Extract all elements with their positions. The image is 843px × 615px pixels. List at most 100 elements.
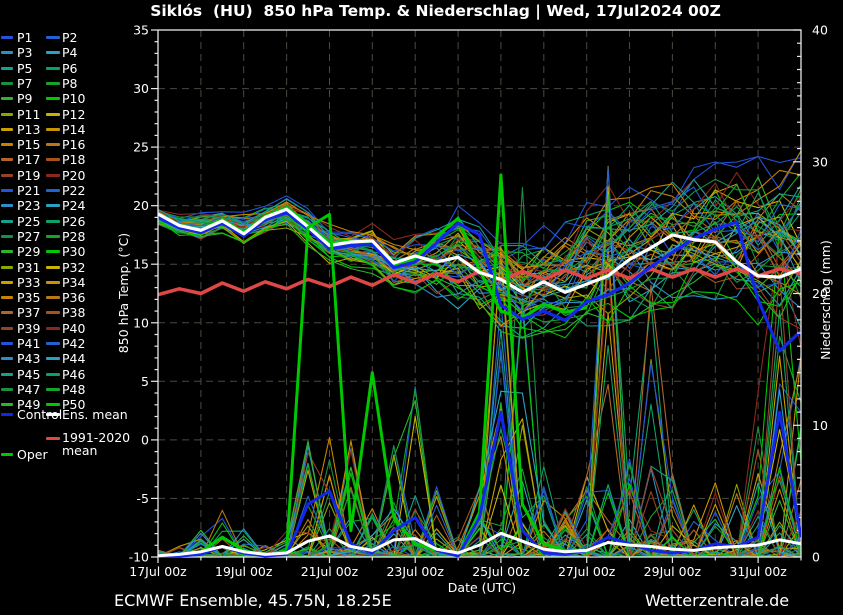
legend-line-swatch <box>1 220 13 223</box>
x-tick-label: 17Jul 00z <box>129 564 187 579</box>
legend-item-label: P48 <box>62 383 85 397</box>
legend-item-label: P14 <box>62 123 85 137</box>
legend-item-label: P4 <box>62 46 78 60</box>
legend-item-label: P9 <box>17 92 33 106</box>
legend-line-swatch <box>46 36 60 39</box>
y-axis-title-right: Niederschlag (mm) <box>818 240 833 360</box>
legend-item-label: P15 <box>17 138 40 152</box>
legend-line-swatch <box>46 158 60 161</box>
legend-line-swatch <box>46 327 60 330</box>
legend-item-label: P44 <box>62 352 85 366</box>
legend-item-label: P25 <box>17 215 40 229</box>
legend-line-swatch <box>1 342 13 345</box>
legend-item-label: P41 <box>17 337 40 351</box>
legend-line-swatch <box>46 128 60 131</box>
legend-line-swatch <box>1 204 13 207</box>
legend-item-label: P20 <box>62 169 85 183</box>
legend-line-swatch <box>46 51 60 54</box>
legend-item-label: P31 <box>17 261 40 275</box>
x-tick-label: 25Jul 00z <box>472 564 530 579</box>
legend-line-swatch <box>1 266 13 269</box>
legend-line-swatch <box>1 189 13 192</box>
legend-line-swatch <box>1 97 13 100</box>
legend-line-swatch <box>1 36 13 39</box>
legend-item-label: P24 <box>62 199 85 213</box>
legend-line-swatch <box>46 413 60 416</box>
legend-line-swatch <box>1 113 13 116</box>
y-right-tick-label: 10 <box>812 418 828 433</box>
legend-line-swatch <box>46 220 60 223</box>
legend-line-swatch <box>1 327 13 330</box>
legend-line-swatch <box>46 250 60 253</box>
legend-line-swatch <box>46 189 60 192</box>
legend-line-swatch <box>46 266 60 269</box>
legend-line-swatch <box>1 311 13 314</box>
meteogram-page: Siklós (HU) 850 hPa Temp. & Niederschlag… <box>0 0 843 615</box>
legend-line-swatch <box>46 235 60 238</box>
x-tick-label: 19Jul 00z <box>215 564 273 579</box>
legend-item-label: P43 <box>17 352 40 366</box>
legend-item-label: P42 <box>62 337 85 351</box>
ensemble-legend: P1P2P3P4P5P6P7P8P9P10P11P12P13P14P15P16P… <box>0 0 158 560</box>
legend-item-label: P39 <box>17 322 40 336</box>
legend-item-label: Oper <box>17 448 48 462</box>
legend-line-swatch <box>1 51 13 54</box>
legend-line-swatch <box>1 296 13 299</box>
legend-item-label: P22 <box>62 184 85 198</box>
legend-line-swatch <box>1 388 13 391</box>
legend-item-label: P23 <box>17 199 40 213</box>
legend-item-label: P45 <box>17 368 40 382</box>
legend-line-swatch <box>1 158 13 161</box>
x-tick-label: 29Jul 00z <box>644 564 702 579</box>
legend-line-swatch <box>46 97 60 100</box>
legend-line-swatch <box>46 311 60 314</box>
legend-line-swatch <box>46 357 60 360</box>
legend-line-swatch <box>46 373 60 376</box>
legend-item-label: P46 <box>62 368 85 382</box>
legend-item-label: P13 <box>17 123 40 137</box>
legend-item-label: P26 <box>62 215 85 229</box>
legend-item-label: P1 <box>17 31 33 45</box>
legend-item-label: P3 <box>17 46 33 60</box>
x-tick-label: 23Jul 00z <box>386 564 444 579</box>
legend-line-swatch <box>1 128 13 131</box>
legend-item-label: Ens. mean <box>62 408 128 422</box>
legend-item-label: P2 <box>62 31 78 45</box>
x-tick-label: 27Jul 00z <box>558 564 616 579</box>
page-title: Siklós (HU) 850 hPa Temp. & Niederschlag… <box>68 2 803 20</box>
legend-item-label: P5 <box>17 62 33 76</box>
legend-line-swatch <box>1 143 13 146</box>
legend-item-label: P35 <box>17 291 40 305</box>
footer-model-info: ECMWF Ensemble, 45.75N, 18.25E <box>114 591 392 610</box>
legend-line-swatch <box>46 67 60 70</box>
legend-item-label: P10 <box>62 92 85 106</box>
legend-item-label: P16 <box>62 138 85 152</box>
legend-item-label: P28 <box>62 230 85 244</box>
legend-line-swatch <box>1 453 13 456</box>
footer-credit: Wetterzentrale.de <box>645 591 789 610</box>
x-tick-label: 21Jul 00z <box>301 564 359 579</box>
legend-line-swatch <box>1 413 13 416</box>
legend-line-swatch <box>46 174 60 177</box>
legend-line-swatch <box>1 373 13 376</box>
legend-item-label: P7 <box>17 77 33 91</box>
legend-item-label: P12 <box>62 108 85 122</box>
legend-item-label: P37 <box>17 306 40 320</box>
legend-item-label: P33 <box>17 276 40 290</box>
legend-item-label: P18 <box>62 153 85 167</box>
legend-item-label: P40 <box>62 322 85 336</box>
legend-line-swatch <box>1 174 13 177</box>
legend-item-label: P8 <box>62 77 78 91</box>
legend-item-label: P38 <box>62 306 85 320</box>
legend-item-label: P32 <box>62 261 85 275</box>
legend-item-label: P27 <box>17 230 40 244</box>
legend-line-swatch <box>46 82 60 85</box>
legend-line-swatch <box>46 342 60 345</box>
legend-line-swatch <box>1 281 13 284</box>
legend-item-label: P30 <box>62 245 85 259</box>
legend-line-swatch <box>1 67 13 70</box>
legend-item-label: P36 <box>62 291 85 305</box>
legend-line-swatch <box>1 357 13 360</box>
legend-line-swatch <box>1 403 13 406</box>
legend-item-label: P47 <box>17 383 40 397</box>
